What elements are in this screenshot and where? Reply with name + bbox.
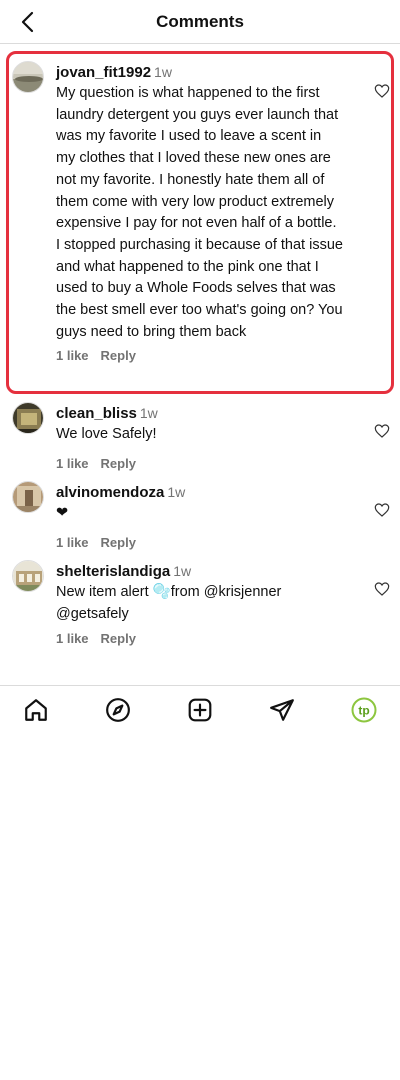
- nav-explore[interactable]: [104, 696, 132, 724]
- comment-text: New item alert 🫧from @krisjenner @getsaf…: [56, 584, 282, 622]
- explore-icon: [106, 698, 130, 722]
- nav-home[interactable]: [22, 696, 50, 724]
- heart-icon[interactable]: [374, 423, 390, 439]
- comment-username[interactable]: shelterislandiga: [56, 563, 170, 580]
- avatar[interactable]: [12, 560, 44, 592]
- like-count[interactable]: 1 like: [56, 456, 89, 471]
- home-icon: [25, 699, 47, 721]
- reply-button[interactable]: Reply: [101, 456, 136, 471]
- comment-text: We love Safely!: [56, 426, 157, 442]
- like-count[interactable]: 1 like: [56, 631, 89, 646]
- comment-time: 1w: [167, 484, 186, 500]
- profile-avatar: tp: [351, 697, 377, 723]
- like-count[interactable]: 1 like: [56, 535, 89, 550]
- bottom-nav: tp: [0, 685, 400, 731]
- heart-icon[interactable]: [374, 83, 390, 99]
- reply-button[interactable]: Reply: [101, 631, 136, 646]
- like-count[interactable]: 1 like: [56, 348, 89, 363]
- comment-text: ❤: [56, 505, 69, 521]
- comment-username[interactable]: jovan_fit1992: [56, 64, 151, 81]
- comment-item: alvinomendoza 1w ❤ 1 like Reply: [0, 480, 400, 550]
- messages-icon: [270, 699, 294, 721]
- reply-button[interactable]: Reply: [101, 348, 136, 363]
- heart-icon[interactable]: [374, 581, 390, 597]
- comment-time: 1w: [154, 64, 172, 80]
- comment-text: My question is what happened to the firs…: [56, 85, 343, 340]
- create-icon: [188, 698, 212, 722]
- comment-item: clean_bliss 1w We love Safely! 1 like Repl…: [0, 401, 400, 471]
- comment-time: 1w: [173, 563, 192, 579]
- avatar[interactable]: [12, 481, 44, 513]
- svg-text:tp: tp: [358, 704, 369, 718]
- header-bar: Comments: [0, 0, 400, 44]
- comment-time: 1w: [139, 405, 158, 421]
- comment-item: shelterislandiga 1w New item alert 🫧from …: [0, 559, 400, 647]
- comment-username[interactable]: alvinomendoza: [56, 484, 164, 501]
- reply-button[interactable]: Reply: [101, 535, 136, 550]
- comment-item: jovan_fit1992 1w My question is what happ…: [0, 60, 400, 390]
- nav-create[interactable]: [186, 696, 214, 724]
- page-title: Comments: [156, 12, 244, 31]
- avatar[interactable]: [12, 402, 44, 434]
- avatar[interactable]: [12, 61, 44, 93]
- nav-profile[interactable]: tp: [350, 696, 378, 724]
- heart-icon[interactable]: [374, 502, 390, 518]
- nav-messages[interactable]: [268, 696, 296, 724]
- comment-username[interactable]: clean_bliss: [56, 405, 137, 422]
